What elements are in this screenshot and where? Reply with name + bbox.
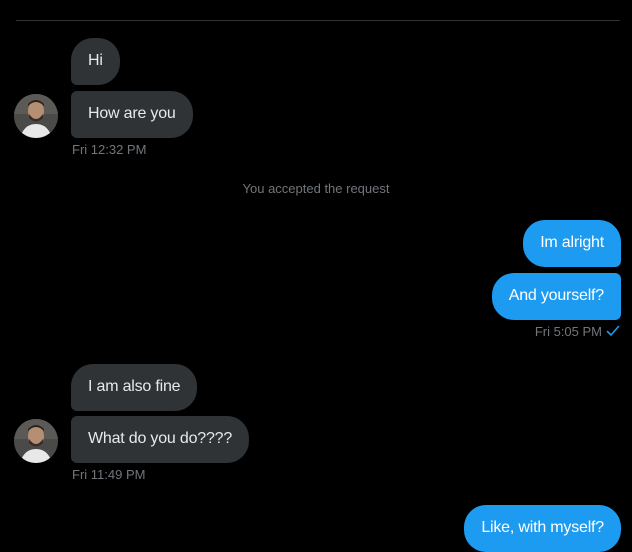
message-timestamp: Fri 11:49 PM — [72, 467, 146, 482]
outgoing-message[interactable]: Like, with myself? — [464, 505, 621, 552]
avatar-image — [14, 94, 58, 138]
message-text: Hi — [88, 52, 103, 69]
incoming-message[interactable]: How are you — [71, 91, 193, 138]
outgoing-message[interactable]: Im alright — [523, 220, 621, 267]
outgoing-message[interactable]: And yourself? — [491, 273, 621, 320]
message-timestamp: Fri 12:32 PM — [72, 142, 147, 157]
incoming-message[interactable]: I am also fine — [71, 364, 198, 411]
message-text: I am also fine — [88, 378, 181, 395]
avatar-image — [14, 419, 58, 463]
message-timestamp: Fri 5:05 PM — [535, 324, 620, 341]
avatar[interactable] — [14, 419, 58, 463]
message-text: Like, with myself? — [481, 519, 604, 536]
incoming-message[interactable]: What do you do???? — [71, 416, 250, 463]
message-text: Im alright — [540, 234, 604, 251]
avatar[interactable] — [14, 94, 58, 138]
divider — [16, 20, 620, 21]
message-text: What do you do???? — [88, 430, 233, 447]
dm-conversation: Hi How are you Fri 12:32 PM You accepted… — [0, 0, 632, 552]
message-text: And yourself? — [508, 287, 604, 304]
message-text: How are you — [88, 105, 176, 122]
incoming-message[interactable]: Hi — [71, 38, 120, 85]
checkmark-icon — [606, 324, 620, 341]
system-notice: You accepted the request — [242, 181, 390, 196]
